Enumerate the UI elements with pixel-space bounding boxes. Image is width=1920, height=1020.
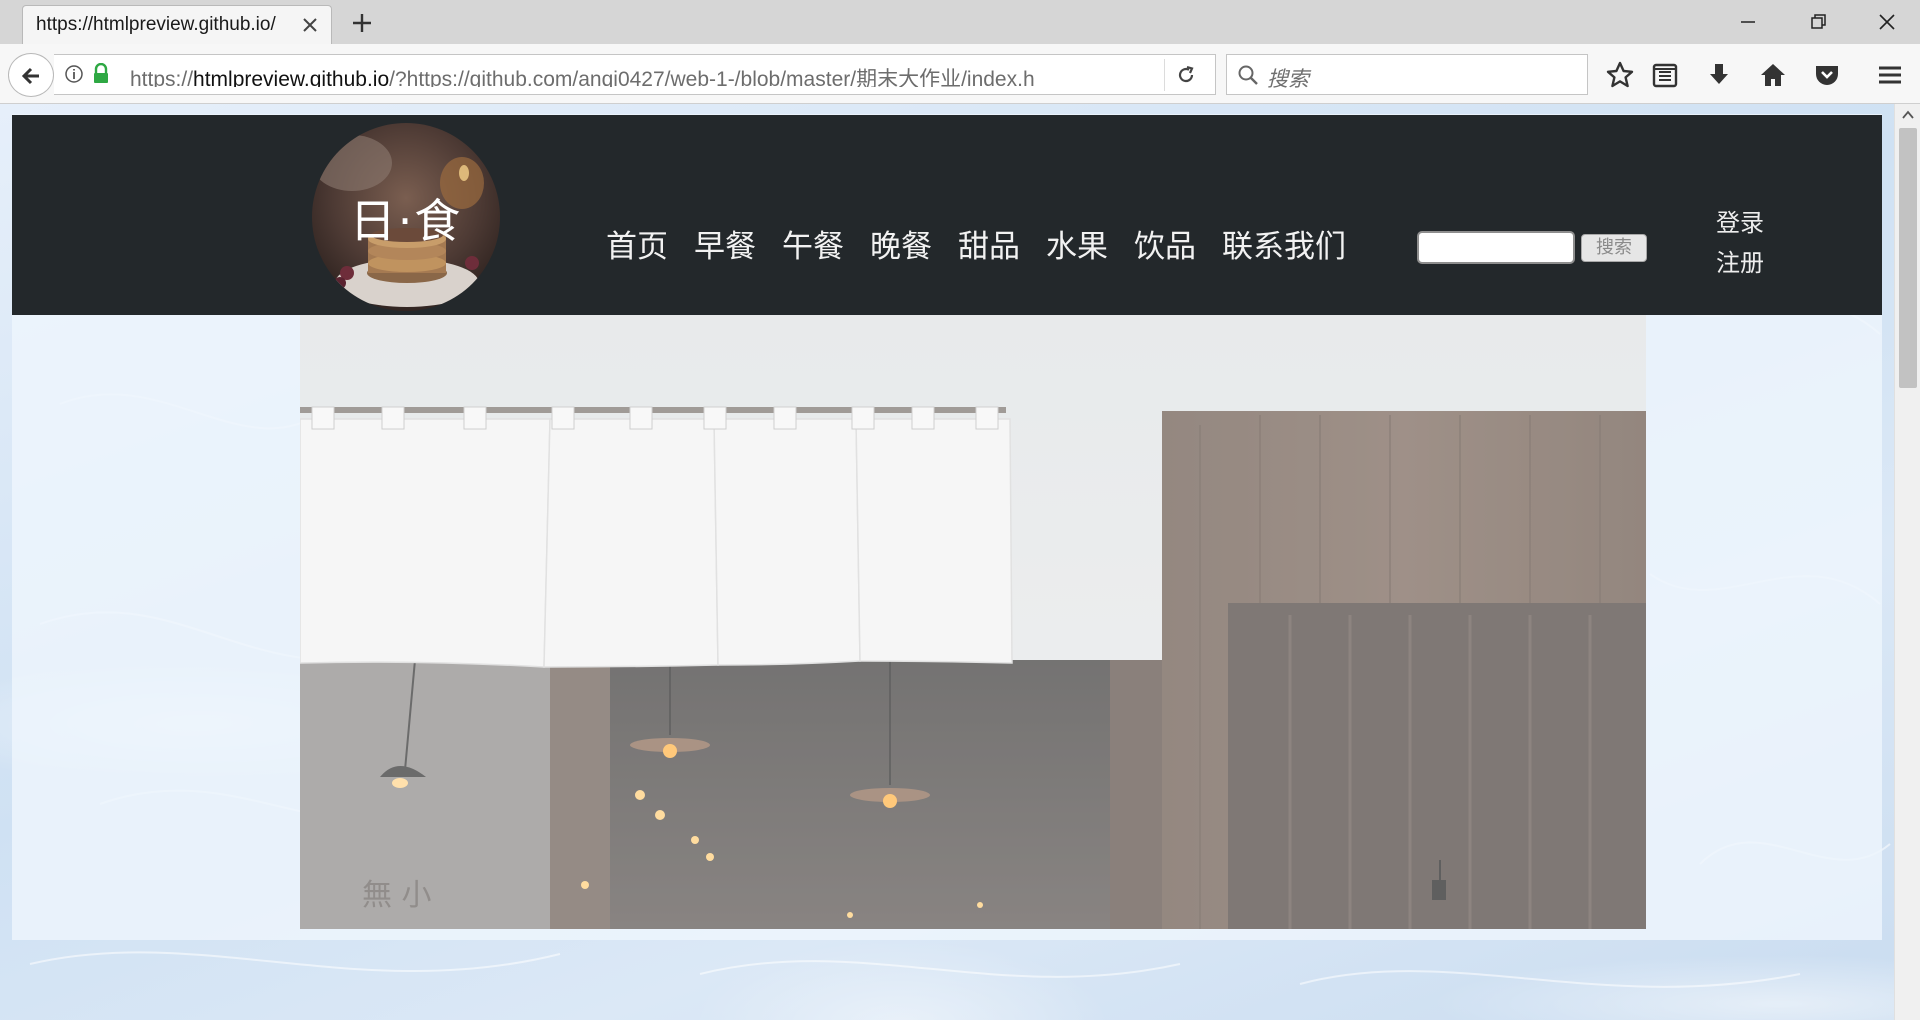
browser-search-box[interactable]: 搜索: [1226, 54, 1588, 95]
back-button[interactable]: [8, 53, 54, 97]
reload-icon[interactable]: [1174, 63, 1198, 87]
site-search-input[interactable]: [1417, 231, 1575, 264]
home-icon[interactable]: [1758, 60, 1788, 90]
tab-strip: https://htmlpreview.github.io/: [0, 0, 1920, 44]
new-tab-icon[interactable]: [349, 10, 375, 36]
page-scrollbar[interactable]: [1894, 104, 1920, 1020]
auth-links: 登录 注册: [1716, 203, 1764, 283]
url-host: htmlpreview.github.io: [193, 68, 390, 87]
site-header: 日·食 首页 早餐 午餐 晚餐 甜品 水果 饮品 联系我们 搜索 登录 注册: [12, 115, 1882, 315]
url-text[interactable]: https://htmlpreview.github.io/?https://g…: [130, 63, 1182, 87]
hero-image: 無 小: [300, 315, 1646, 929]
search-icon: [1238, 65, 1258, 85]
main-nav: 首页 早餐 午餐 晚餐 甜品 水果 饮品 联系我们: [606, 227, 1346, 271]
nav-item-drinks[interactable]: 饮品: [1134, 227, 1196, 271]
address-bar[interactable]: https://htmlpreview.github.io/?https://g…: [54, 54, 1216, 95]
download-icon[interactable]: [1704, 60, 1734, 90]
nav-item-contact[interactable]: 联系我们: [1222, 227, 1346, 271]
nav-item-breakfast[interactable]: 早餐: [694, 227, 756, 271]
info-icon[interactable]: [64, 64, 84, 84]
close-window-icon[interactable]: [1872, 8, 1902, 36]
close-tab-icon[interactable]: [299, 14, 321, 36]
storefront-photo: 無 小: [300, 315, 1646, 929]
menu-icon[interactable]: [1875, 60, 1905, 90]
nav-item-dinner[interactable]: 晚餐: [870, 227, 932, 271]
search-placeholder: 搜索: [1267, 67, 1309, 91]
url-scheme: https://: [130, 68, 194, 87]
tab-title: https://htmlpreview.github.io/: [36, 14, 276, 35]
page-viewport: 日·食 首页 早餐 午餐 晚餐 甜品 水果 饮品 联系我们 搜索 登录 注册 無…: [0, 104, 1920, 1020]
register-link[interactable]: 注册: [1716, 243, 1764, 283]
navigation-toolbar: https://htmlpreview.github.io/?https://g…: [0, 44, 1920, 104]
site-logo[interactable]: 日·食: [312, 123, 500, 311]
minimize-icon[interactable]: [1733, 8, 1763, 36]
restore-icon[interactable]: [1803, 8, 1833, 36]
pocket-icon[interactable]: [1812, 60, 1842, 90]
star-icon[interactable]: [1605, 60, 1635, 90]
scroll-up-icon[interactable]: [1900, 108, 1916, 122]
reader-list-icon[interactable]: [1650, 60, 1680, 90]
url-path: /?https://github.com/anqi0427/web-1-/blo…: [389, 68, 1035, 87]
nav-item-fruit[interactable]: 水果: [1046, 227, 1108, 271]
browser-tab[interactable]: https://htmlpreview.github.io/: [22, 5, 332, 44]
nav-item-home[interactable]: 首页: [606, 227, 668, 271]
back-arrow-icon: [21, 67, 39, 85]
lock-icon: [94, 63, 108, 83]
scroll-thumb[interactable]: [1899, 128, 1917, 388]
url-divider: [1164, 59, 1165, 91]
logo-text: 日·食: [349, 194, 463, 248]
login-link[interactable]: 登录: [1716, 203, 1764, 243]
site-search-button[interactable]: 搜索: [1581, 234, 1647, 262]
nav-item-lunch[interactable]: 午餐: [782, 227, 844, 271]
nav-item-dessert[interactable]: 甜品: [958, 227, 1020, 271]
